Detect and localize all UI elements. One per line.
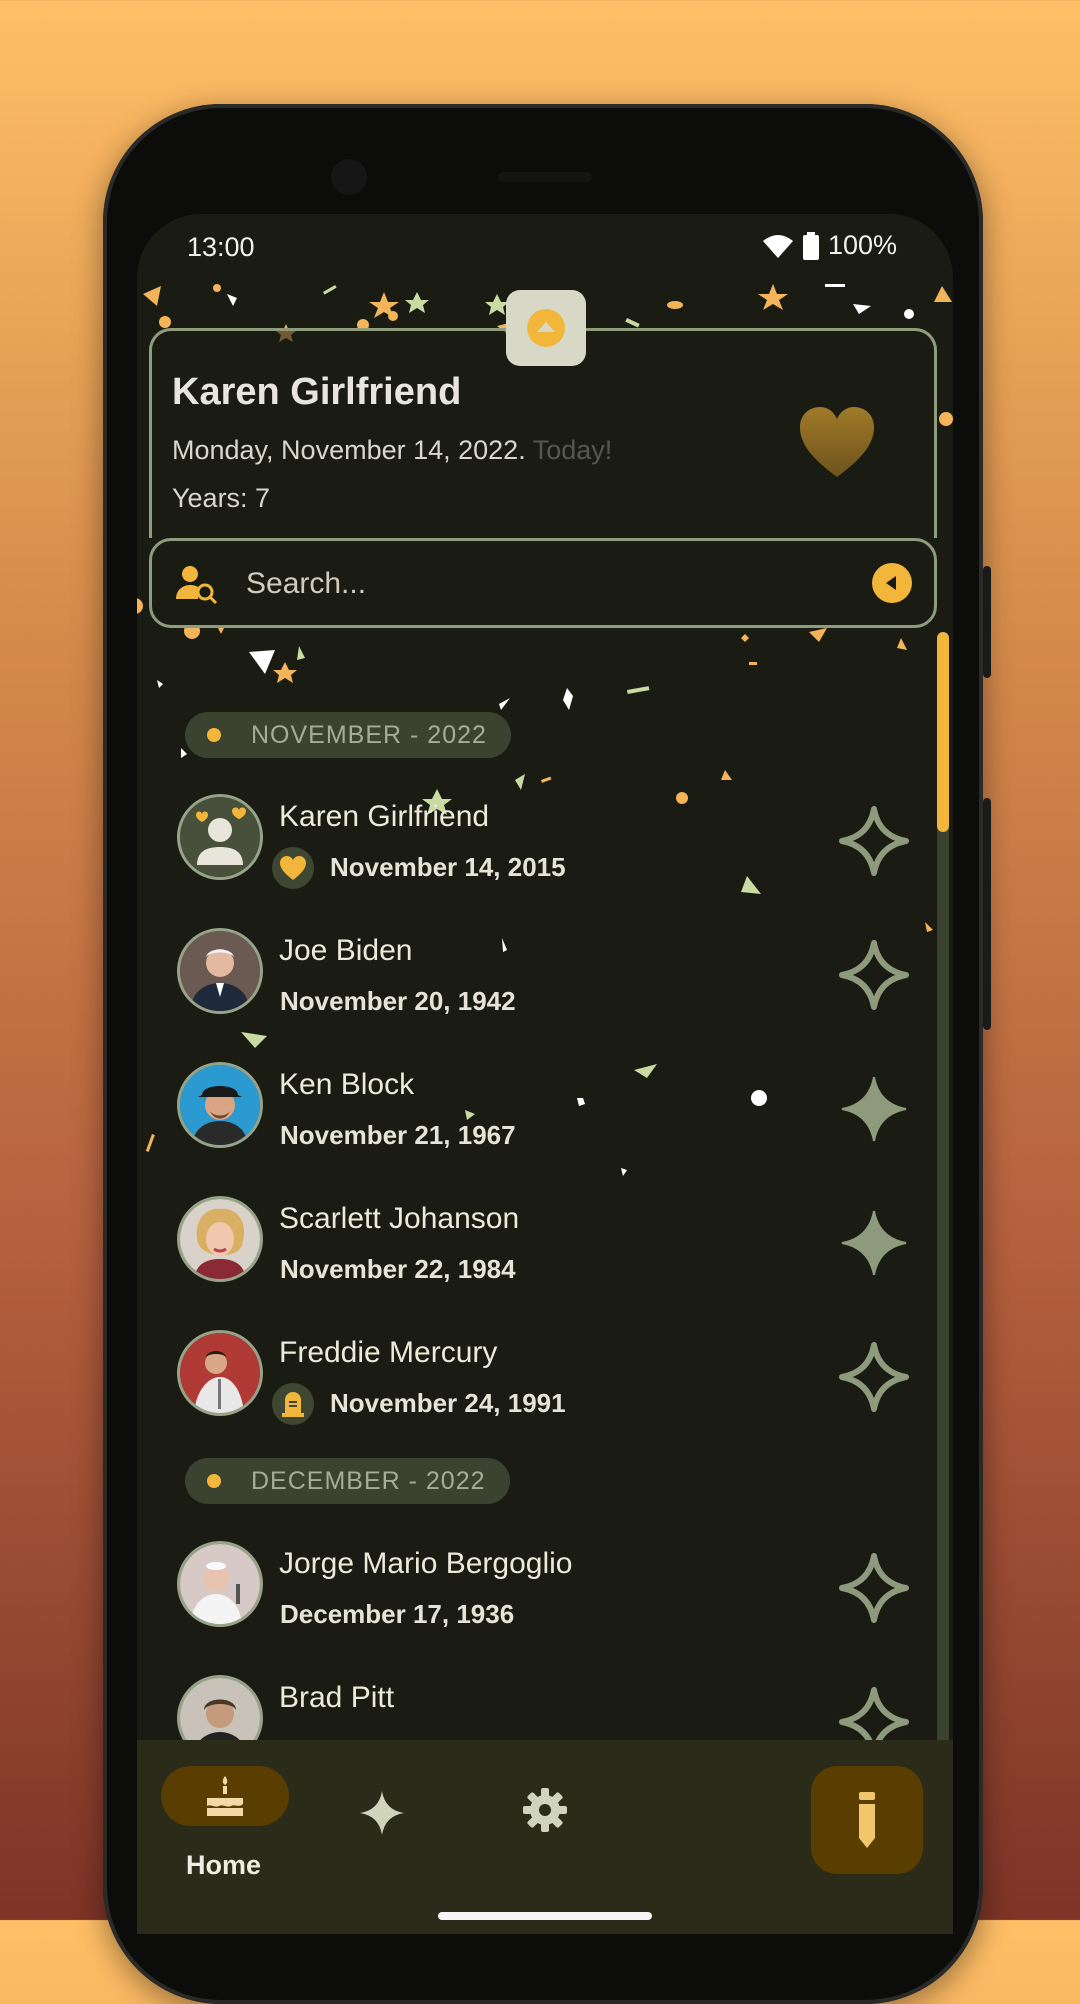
collapse-card-button[interactable] xyxy=(506,290,586,366)
portrait-image xyxy=(180,1333,260,1413)
person-placeholder-icon xyxy=(180,797,260,877)
search-back-button[interactable] xyxy=(872,563,912,603)
person-date: December 17, 1936 xyxy=(280,1599,515,1629)
star-filled-icon[interactable] xyxy=(839,1208,909,1278)
heart-icon xyxy=(280,856,306,880)
avatar-photo xyxy=(177,1330,263,1416)
home-indicator[interactable] xyxy=(438,1912,652,1920)
card-years: Years: 7 xyxy=(172,483,271,513)
tombstone-icon xyxy=(282,1392,304,1417)
month-header-november: NOVEMBER - 2022 xyxy=(185,712,511,758)
earpiece xyxy=(498,172,592,182)
person-name: Ken Block xyxy=(279,1068,415,1101)
star-outline-icon[interactable] xyxy=(839,1342,909,1412)
wifi-icon xyxy=(762,234,793,258)
avatar-photo xyxy=(177,1196,263,1282)
app-screen: 13:00 100% Karen Girlfriend Monday, Nove… xyxy=(137,214,953,1934)
person-date: November 21, 1967 xyxy=(280,1120,516,1150)
front-camera xyxy=(331,159,367,195)
month-label: NOVEMBER - 2022 xyxy=(251,720,487,749)
list-item[interactable]: Freddie Mercury November 24, 1991 xyxy=(137,1320,937,1450)
month-label: DECEMBER - 2022 xyxy=(251,1466,486,1495)
portrait-image xyxy=(180,1199,260,1279)
month-header-december: DECEMBER - 2022 xyxy=(185,1458,510,1504)
nav-home-label: Home xyxy=(186,1850,262,1880)
avatar-photo xyxy=(177,1062,263,1148)
scrollbar-thumb[interactable] xyxy=(937,632,949,832)
status-bar: 13:00 100% xyxy=(137,214,953,284)
portrait-image xyxy=(180,1065,260,1145)
chevron-up-icon xyxy=(527,309,565,347)
star-outline-icon[interactable] xyxy=(839,806,909,876)
heart-icon xyxy=(800,407,874,477)
nav-settings-gear-icon[interactable] xyxy=(523,1788,567,1832)
person-name: Scarlett Johanson xyxy=(279,1202,520,1235)
person-search-icon xyxy=(176,566,218,605)
scrollbar[interactable] xyxy=(937,632,949,1934)
portrait-image xyxy=(180,1544,260,1624)
person-date: November 20, 1942 xyxy=(280,986,516,1016)
deceased-badge xyxy=(272,1383,314,1425)
star-outline-icon[interactable] xyxy=(839,1553,909,1623)
person-date: November 22, 1984 xyxy=(280,1254,516,1284)
card-date-text: Monday, November 14, 2022. xyxy=(172,435,526,465)
list-item[interactable]: Joe Biden November 20, 1942 xyxy=(137,918,937,1048)
star-outline-icon[interactable] xyxy=(839,940,909,1010)
cake-icon xyxy=(207,1776,243,1816)
person-name: Joe Biden xyxy=(279,934,413,967)
volume-button xyxy=(983,798,991,1030)
list-item[interactable]: Ken Block November 21, 1967 xyxy=(137,1052,937,1182)
avatar-photo xyxy=(177,1541,263,1627)
avatar xyxy=(177,794,263,880)
card-date: Monday, November 14, 2022. Today! xyxy=(172,435,612,466)
add-note-fab[interactable] xyxy=(811,1766,923,1874)
list-item[interactable]: Jorge Mario Bergoglio December 17, 1936 xyxy=(137,1531,937,1661)
month-dot xyxy=(207,1474,221,1488)
status-time: 13:00 xyxy=(187,232,255,262)
list-item[interactable]: Karen Girlfriend November 14, 2015 xyxy=(137,784,937,914)
portrait-image xyxy=(180,931,260,1011)
relationship-badge xyxy=(272,847,314,889)
person-name: Freddie Mercury xyxy=(279,1336,498,1369)
search-input[interactable] xyxy=(244,559,808,609)
person-date: November 14, 2015 xyxy=(330,852,566,882)
list-item[interactable]: Scarlett Johanson November 22, 1984 xyxy=(137,1186,937,1316)
person-name: Jorge Mario Bergoglio xyxy=(279,1547,573,1580)
person-name: Karen Girlfriend xyxy=(279,800,490,833)
card-today-label: Today! xyxy=(532,435,613,465)
card-name: Karen Girlfriend xyxy=(172,371,462,413)
search-bar[interactable] xyxy=(149,538,937,628)
bottom-navigation: Home xyxy=(137,1740,953,1934)
star-filled-icon[interactable] xyxy=(839,1074,909,1144)
battery-percent: 100% xyxy=(827,230,897,260)
pencil-icon xyxy=(859,1792,875,1848)
battery-icon xyxy=(802,231,819,260)
nav-home-button[interactable] xyxy=(161,1766,289,1826)
caret-left-icon xyxy=(886,576,896,590)
avatar-photo xyxy=(177,928,263,1014)
month-dot xyxy=(207,728,221,742)
person-name: Brad Pitt xyxy=(279,1681,395,1714)
power-button xyxy=(983,566,991,678)
person-date: November 24, 1991 xyxy=(330,1388,566,1418)
nav-favorites-star-icon[interactable] xyxy=(359,1790,405,1836)
